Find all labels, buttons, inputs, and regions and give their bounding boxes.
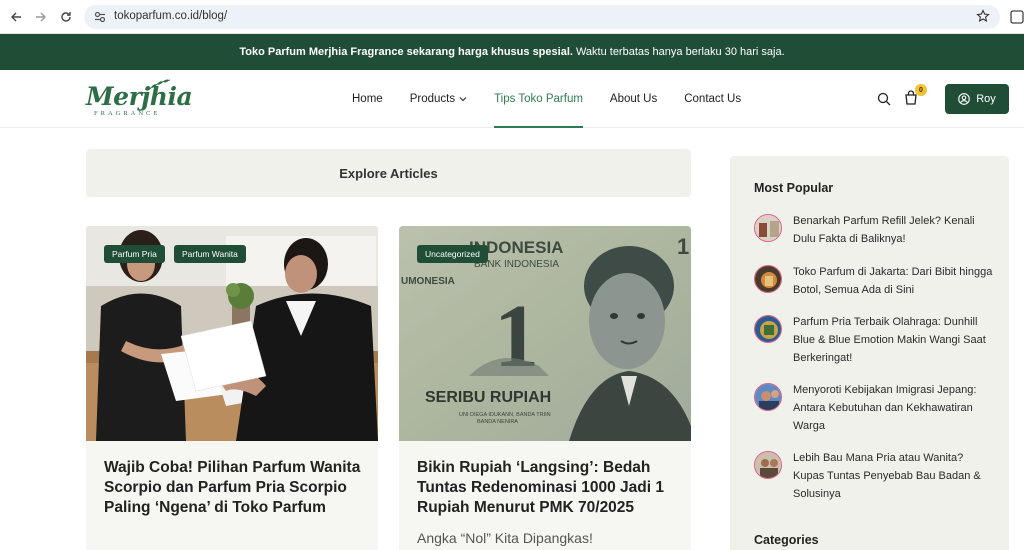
main-menu: Home Products Tips Toko Parfum About Us … [352,70,768,128]
popular-thumbnail[interactable] [754,265,782,293]
announcement-bar: Toko Parfum Merjhia Fragrance sekarang h… [0,34,1024,70]
nav-tips[interactable]: Tips Toko Parfum [494,70,583,128]
bookmark-star-icon[interactable] [976,9,990,23]
site-logo[interactable]: Merjhia FRAGRANCE [86,78,193,120]
tag-badge[interactable]: Parfum Wanita [174,245,246,263]
popular-thumbnail[interactable] [754,451,782,479]
banknote-edge-text: UMONESIA [401,276,455,287]
popular-thumbnail[interactable] [754,214,782,242]
logo-name: Merjhia [86,82,193,111]
search-icon[interactable] [877,92,891,106]
popular-title[interactable]: Toko Parfum di Jakarta: Dari Bibit hingg… [793,263,993,299]
nav-about[interactable]: About Us [610,70,657,128]
popular-title[interactable]: Parfum Pria Terbaik Olahraga: Dunhill Bl… [793,313,993,367]
announcement-bold: Toko Parfum Merjhia Fragrance sekarang h… [239,46,573,58]
nav-home[interactable]: Home [352,70,383,128]
popular-title[interactable]: Benarkah Parfum Refill Jelek? Kenali Dul… [793,212,993,248]
banknote-fine-print: UNI DIEGA IDUKANN, BANDA TRIIN [459,412,551,418]
announcement-text: Waktu terbatas hanya berlaku 30 hari saj… [575,46,785,58]
extension-icon[interactable] [1010,8,1024,24]
article-title[interactable]: Bikin Rupiah ‘Langsing’: Bedah Tuntas Re… [417,458,677,518]
user-icon [958,93,971,105]
article-title[interactable]: Wajib Coba! Pilihan Parfum Wanita Scorpi… [104,458,364,518]
article-card[interactable]: INDONESIA BANK INDONESIA UMONESIA 1 SERI… [399,226,691,550]
popular-thumbnail[interactable] [754,315,782,343]
popular-title[interactable]: Menyoroti Kebijakan Imigrasi Jepang: Ant… [793,381,993,435]
most-popular-title: Most Popular [754,181,834,195]
article-excerpt: Angka “Nol” Kita Dipangkas! [417,530,593,546]
browser-chrome: tokoparfum.co.id/blog/ [0,0,1024,34]
article-card[interactable]: Parfum Pria Parfum Wanita Wajib Coba! Pi… [86,226,378,550]
popular-thumbnail[interactable] [754,383,782,411]
address-bar[interactable]: tokoparfum.co.id/blog/ [84,5,1000,29]
forward-button[interactable] [32,8,50,26]
cart-count-badge: 0 [915,84,927,96]
forward-arrow-icon [36,12,46,22]
tag-badge[interactable]: Parfum Pria [104,245,165,263]
nav-products[interactable]: Products [410,70,467,128]
site-settings-icon[interactable] [94,11,106,23]
explore-articles-heading: Explore Articles [86,149,691,197]
back-arrow-icon [11,12,21,22]
logo-subtitle: FRAGRANCE [94,110,161,117]
reload-button[interactable] [57,8,75,26]
popular-title[interactable]: Lebih Bau Mana Pria atau Wanita? Kupas T… [793,449,993,503]
account-name: Roy [976,93,996,105]
banknote-corner-numeral: 1 [677,234,689,259]
tag-badge[interactable]: Uncategorized [417,245,488,263]
banknote-fine-print: BANDA NENIRA [477,419,518,425]
back-button[interactable] [7,8,25,26]
categories-title: Categories [754,533,819,547]
banknote-words: SERIBU RUPIAH [425,389,551,406]
sidebar: Most Popular Benarkah Parfum Refill Jele… [730,156,1009,550]
logo-sprig-icon [147,79,171,91]
site-header: Merjhia FRAGRANCE Home Products Tips Tok… [0,70,1024,128]
chevron-down-icon [459,97,467,102]
url-text: tokoparfum.co.id/blog/ [114,10,228,22]
nav-products-label: Products [409,93,456,105]
reload-icon [61,12,71,22]
nav-contact[interactable]: Contact Us [684,70,741,128]
account-button[interactable]: Roy [945,84,1009,114]
